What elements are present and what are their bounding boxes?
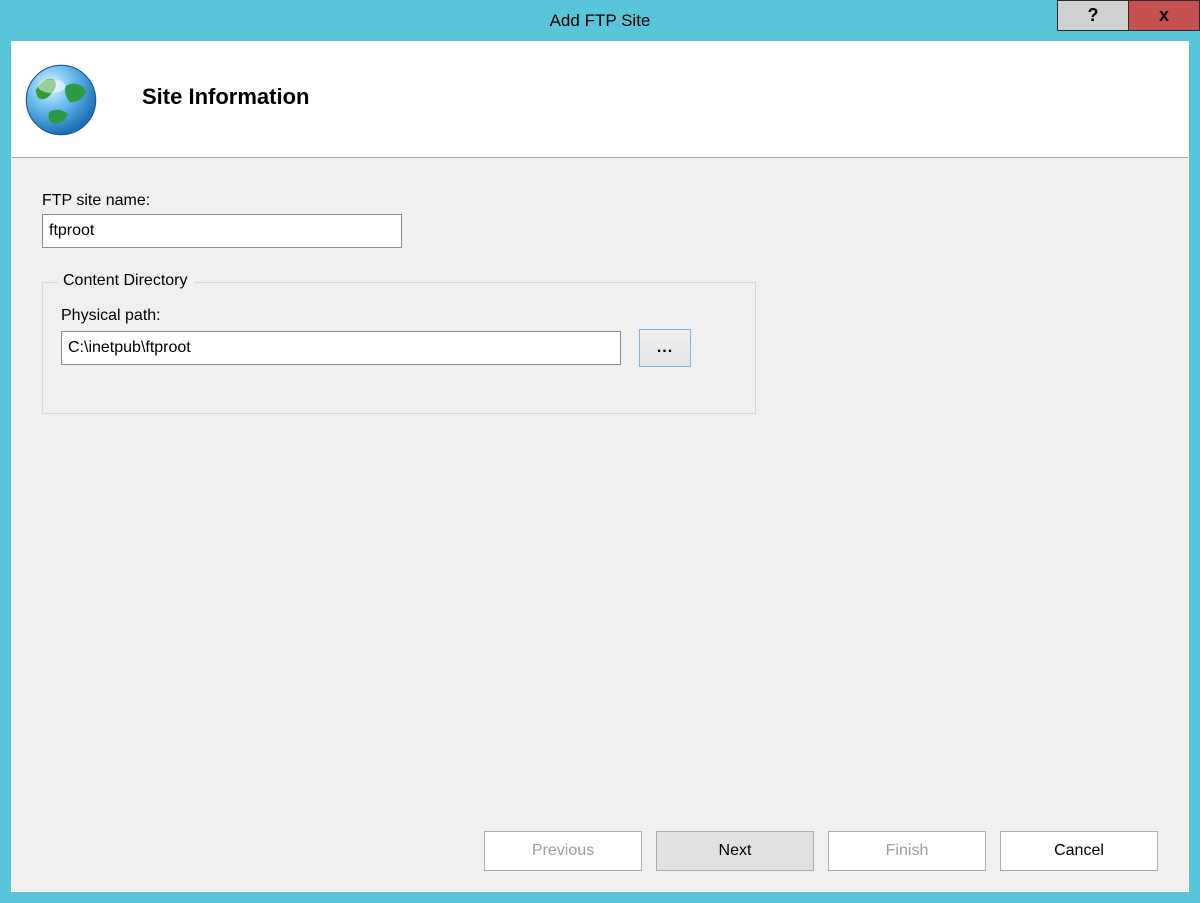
content-directory-group: Content Directory Physical path: ... — [42, 282, 756, 414]
globe-icon — [24, 63, 98, 137]
physical-path-row: ... — [61, 329, 737, 367]
site-name-label: FTP site name: — [42, 192, 1158, 210]
wizard-body: FTP site name: Content Directory Physica… — [12, 158, 1188, 414]
content-directory-legend: Content Directory — [57, 272, 194, 290]
cancel-button-label: Cancel — [1054, 842, 1104, 860]
help-button[interactable]: ? — [1057, 0, 1129, 31]
window-title: Add FTP Site — [550, 0, 651, 41]
browse-button[interactable]: ... — [639, 329, 691, 367]
previous-button: Previous — [484, 831, 642, 871]
help-icon: ? — [1088, 5, 1099, 26]
site-name-input[interactable] — [42, 214, 402, 248]
client-area: Site Information FTP site name: Content … — [11, 41, 1189, 892]
finish-button: Finish — [828, 831, 986, 871]
wizard-header: Site Information — [12, 42, 1188, 158]
wizard-window: Add FTP Site ? x — [0, 0, 1200, 903]
page-title: Site Information — [142, 84, 309, 110]
wizard-footer: Previous Next Finish Cancel — [484, 831, 1158, 871]
finish-button-label: Finish — [886, 842, 929, 860]
close-button[interactable]: x — [1128, 0, 1200, 31]
title-bar-buttons: ? x — [1058, 0, 1200, 31]
next-button-label: Next — [719, 842, 752, 860]
physical-path-input[interactable] — [61, 331, 621, 365]
physical-path-label: Physical path: — [61, 307, 737, 325]
previous-button-label: Previous — [532, 842, 594, 860]
cancel-button[interactable]: Cancel — [1000, 831, 1158, 871]
next-button[interactable]: Next — [656, 831, 814, 871]
title-bar: Add FTP Site ? x — [0, 0, 1200, 41]
ellipsis-icon: ... — [657, 339, 673, 357]
close-icon: x — [1159, 5, 1169, 26]
